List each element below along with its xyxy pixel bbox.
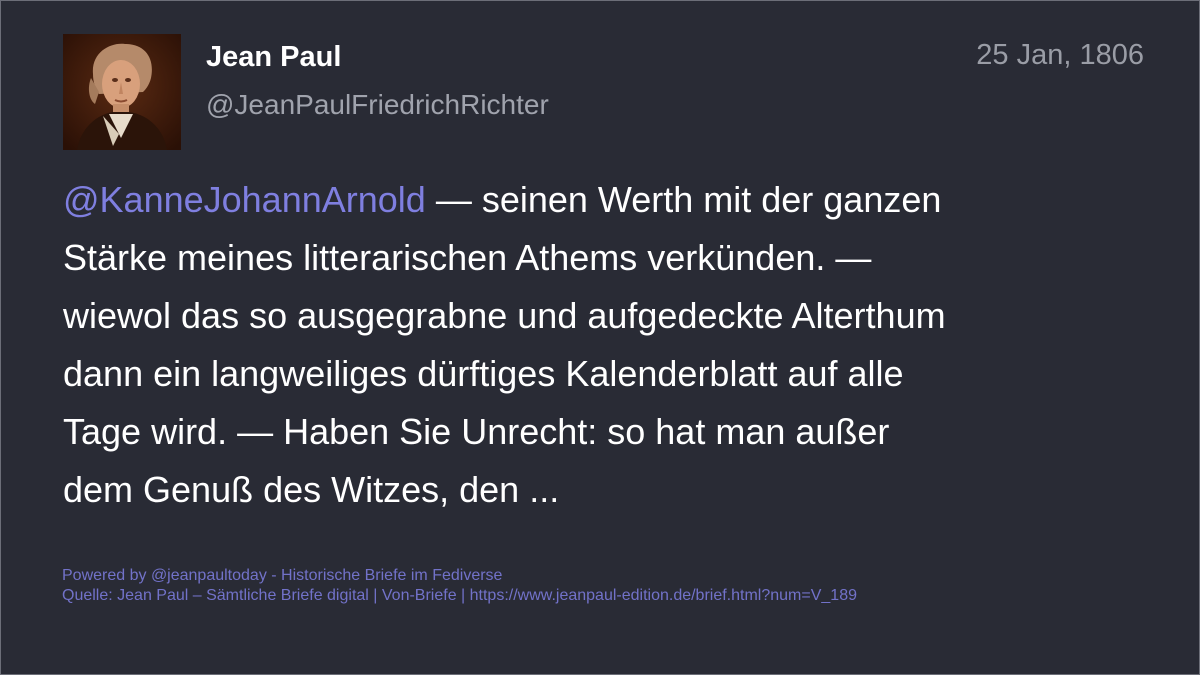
post-line-1: @KanneJohannArnold — seinen Werth mit de… bbox=[63, 171, 1148, 229]
post-line-2: Stärke meines litterarischen Athems verk… bbox=[63, 237, 872, 278]
mention-link[interactable]: @KanneJohannArnold bbox=[63, 179, 426, 220]
author-name[interactable]: Jean Paul bbox=[206, 41, 341, 74]
post-card: Jean Paul @JeanPaulFriedrichRichter 25 J… bbox=[0, 0, 1200, 675]
post-line-5: Tage wird. — Haben Sie Unrecht: so hat m… bbox=[63, 411, 890, 452]
avatar[interactable] bbox=[63, 34, 181, 150]
post-date[interactable]: 25 Jan, 1806 bbox=[976, 39, 1144, 72]
portrait-icon bbox=[63, 34, 181, 150]
footer: Powered by @jeanpaultoday - Historische … bbox=[62, 566, 857, 606]
post-line-4: dann ein langweiliges dürftiges Kalender… bbox=[63, 353, 904, 394]
powered-by-text: Powered by @jeanpaultoday - Historische … bbox=[62, 567, 503, 584]
author-handle[interactable]: @JeanPaulFriedrichRichter bbox=[206, 89, 549, 121]
post-body: @KanneJohannArnold — seinen Werth mit de… bbox=[63, 171, 1148, 519]
source-text: Quelle: Jean Paul – Sämtliche Briefe dig… bbox=[62, 587, 857, 604]
post-line-3: wiewol das so ausgegrabne und aufgedeckt… bbox=[63, 295, 946, 336]
post-line-6: dem Genuß des Witzes, den ... bbox=[63, 469, 560, 510]
post-line-1-text: — seinen Werth mit der ganzen bbox=[425, 179, 942, 220]
